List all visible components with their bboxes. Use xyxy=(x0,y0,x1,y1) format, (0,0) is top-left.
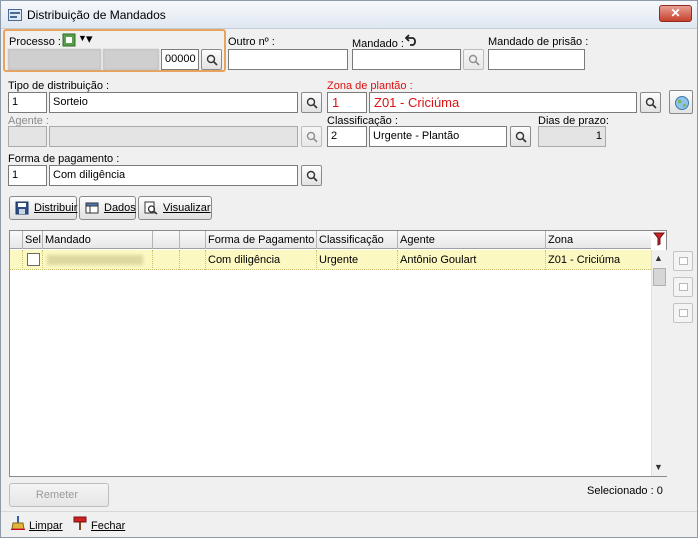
data-table-icon xyxy=(85,202,99,214)
search-icon xyxy=(306,170,318,182)
classificacao-code-input[interactable]: 2 xyxy=(327,126,367,147)
classificacao-value-input[interactable]: Urgente - Plantão xyxy=(369,126,507,147)
agente-value-input[interactable] xyxy=(49,126,298,147)
table-icon xyxy=(679,309,688,317)
undo-icon[interactable] xyxy=(405,32,419,46)
processo-search-button[interactable] xyxy=(201,49,222,70)
forma-pagamento-code-input[interactable]: 1 xyxy=(8,165,47,186)
dados-label: Dados xyxy=(104,202,136,214)
grid-header-col4[interactable] xyxy=(180,231,206,249)
scroll-down-icon[interactable]: ▼ xyxy=(654,462,663,472)
globe-map-icon xyxy=(675,96,689,110)
row-col4-cell xyxy=(180,250,206,270)
search-icon xyxy=(306,131,318,143)
grid-header: Sel Mandado Forma de Pagamento Classific… xyxy=(10,231,651,249)
close-button[interactable]: ✕ xyxy=(659,5,692,22)
table-row[interactable]: Com diligência Urgente Antônio Goulart Z… xyxy=(10,250,651,270)
zona-plantao-search-button[interactable] xyxy=(640,92,661,113)
row-sel-cell xyxy=(23,250,43,270)
search-icon xyxy=(468,54,480,66)
classificacao-search-button[interactable] xyxy=(510,126,531,147)
copy-down-button[interactable] xyxy=(673,277,693,297)
grid-header-sel[interactable]: Sel xyxy=(23,231,43,249)
scroll-up-icon[interactable]: ▲ xyxy=(654,253,663,263)
forma-pagamento-value-input[interactable]: Com diligência xyxy=(49,165,298,186)
mandado-search-button[interactable] xyxy=(463,49,484,70)
fechar-button[interactable]: Fechar xyxy=(73,516,133,534)
tipo-distribuicao-code-input[interactable]: 1 xyxy=(8,92,47,113)
distribuir-label: Distribuir xyxy=(34,202,78,214)
copy-up-button[interactable] xyxy=(673,251,693,271)
grid-header-forma-pagamento[interactable]: Forma de Pagamento xyxy=(206,231,317,249)
zona-plantao-code-input[interactable]: 1 xyxy=(327,92,367,113)
forma-pagamento-search-button[interactable] xyxy=(301,165,322,186)
tipo-distribuicao-value-input[interactable]: Sorteio xyxy=(49,92,298,113)
grid-scrollbar[interactable]: ▲ ▼ xyxy=(651,250,667,476)
dados-button[interactable]: Dados xyxy=(79,196,136,220)
footer-toolbar: Limpar Fechar xyxy=(1,511,697,537)
app-icon xyxy=(8,9,22,21)
window-title: Distribuição de Mandados xyxy=(27,8,166,22)
agente-code-input[interactable] xyxy=(8,126,47,147)
scroll-thumb[interactable] xyxy=(653,268,666,286)
tipo-distribuicao-search-button[interactable] xyxy=(301,92,322,113)
outro-input[interactable] xyxy=(228,49,348,70)
save-disk-icon xyxy=(15,201,29,215)
title-bar: Distribuição de Mandados ✕ xyxy=(1,1,697,29)
duplicate-icon xyxy=(679,283,688,291)
filter-icon[interactable] xyxy=(653,232,665,246)
remeter-button[interactable]: Remeter xyxy=(9,483,109,507)
mandado-input[interactable] xyxy=(352,49,461,70)
search-icon xyxy=(515,131,527,143)
grid-options-button[interactable] xyxy=(673,303,693,323)
limpar-button[interactable]: Limpar xyxy=(11,516,63,534)
tipo-distribuicao-label: Tipo de distribuição : xyxy=(8,80,110,92)
grid-header-classificacao[interactable]: Classificação xyxy=(317,231,398,249)
row-indicator xyxy=(10,250,23,270)
fechar-label: Fechar xyxy=(91,520,126,532)
search-icon xyxy=(206,54,218,66)
mandado-prisao-label: Mandado de prisão : xyxy=(488,36,589,48)
visualizar-label: Visualizar xyxy=(163,202,211,214)
row-forma-cell: Com diligência xyxy=(206,250,317,270)
outro-label: Outro nº : xyxy=(228,36,275,48)
visualizar-button[interactable]: Visualizar xyxy=(138,196,212,220)
row-agente-cell: Antônio Goulart xyxy=(398,250,546,270)
grid-header-mandado[interactable]: Mandado xyxy=(43,231,153,249)
processo-label: Processo : xyxy=(9,36,61,48)
row-mandado-cell xyxy=(43,250,153,270)
grid-header-col3[interactable] xyxy=(153,231,180,249)
grid-header-agente[interactable]: Agente xyxy=(398,231,546,249)
mandado-prisao-input[interactable] xyxy=(488,49,585,70)
distribuir-button[interactable]: Distribuir xyxy=(9,196,77,220)
search-icon xyxy=(645,97,657,109)
mandados-grid[interactable]: Sel Mandado Forma de Pagamento Classific… xyxy=(9,230,667,477)
selecionado-count: Selecionado : 0 xyxy=(587,485,663,497)
row-zona-cell: Z01 - Criciúma xyxy=(548,254,621,266)
processo-type-icon[interactable] xyxy=(62,33,76,47)
processo-part2-input[interactable] xyxy=(103,49,159,70)
forma-pagamento-label: Forma de pagamento : xyxy=(8,153,120,165)
exit-sign-icon xyxy=(73,516,87,530)
zona-plantao-label: Zona de plantão : xyxy=(327,80,413,92)
broom-icon xyxy=(11,516,25,530)
agente-search-button[interactable] xyxy=(301,126,322,147)
processo-mode-dropdown-icon[interactable]: ▾ xyxy=(86,31,93,47)
copy-icon xyxy=(679,257,688,265)
row-classificacao-cell: Urgente xyxy=(317,250,398,270)
limpar-label: Limpar xyxy=(29,520,63,532)
row-mandado-redacted xyxy=(47,255,143,265)
grid-header-zona[interactable]: Zona xyxy=(546,231,651,249)
search-icon xyxy=(306,97,318,109)
processo-part3-input[interactable]: 00000 xyxy=(161,49,199,70)
grid-header-indicator xyxy=(10,231,23,249)
preview-icon xyxy=(144,201,158,215)
window: Distribuição de Mandados ✕ Processo : ▼ … xyxy=(0,0,698,538)
row-col3-cell xyxy=(153,250,180,270)
processo-part1-input[interactable] xyxy=(8,49,101,70)
zona-plantao-value-input[interactable]: Z01 - Criciúma xyxy=(369,92,637,113)
dias-prazo-input[interactable]: 1 xyxy=(538,126,606,147)
zona-map-button[interactable] xyxy=(669,90,693,114)
